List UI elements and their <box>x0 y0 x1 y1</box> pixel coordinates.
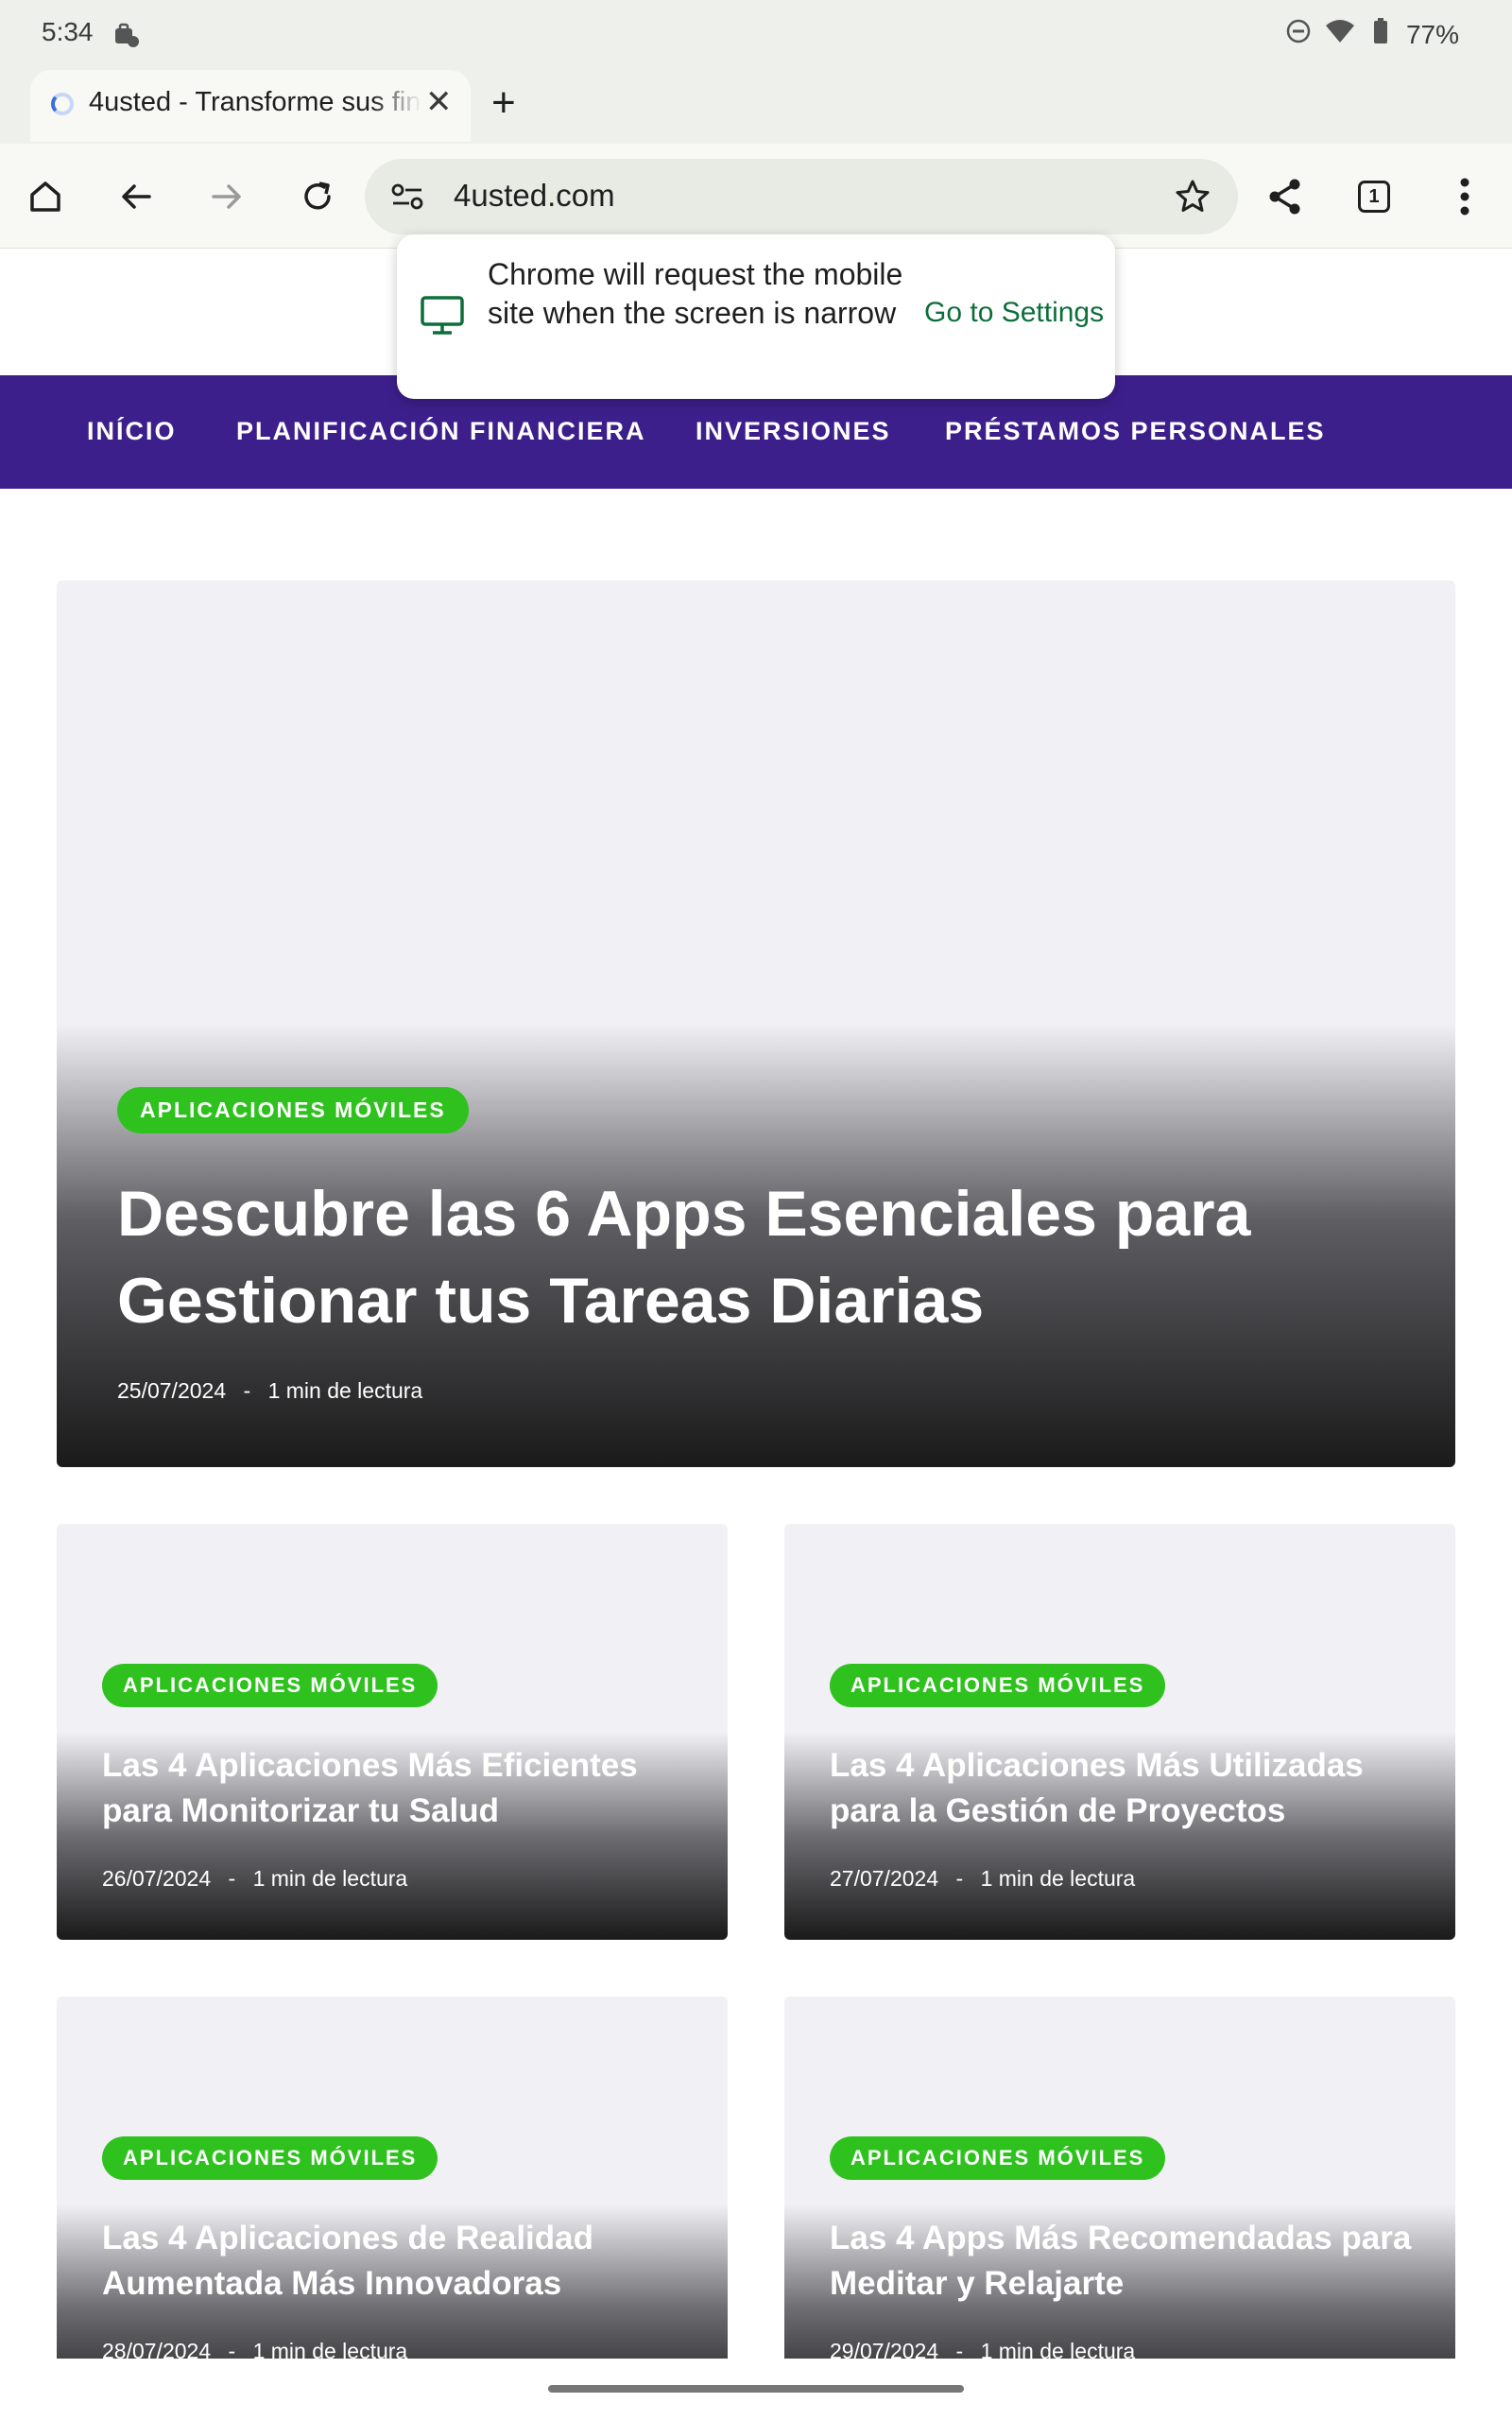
tab-switcher-button[interactable]: 1 <box>1346 168 1402 225</box>
tab-title: 4usted - Transforme sus finanzas <box>89 87 421 117</box>
article-date: 25/07/2024 <box>117 1378 227 1403</box>
meta-separator: - <box>243 1378 251 1403</box>
tab-count: 1 <box>1358 181 1390 213</box>
tab-close-icon[interactable]: ✕ <box>425 83 453 121</box>
read-time: 1 min de lectura <box>980 1866 1136 1891</box>
nav-item-inicio[interactable]: INÍCIO <box>87 417 177 446</box>
bookmark-star-icon[interactable] <box>1174 178 1211 220</box>
share-icon[interactable] <box>1257 168 1314 225</box>
meta-separator: - <box>228 1866 236 1891</box>
category-badge[interactable]: APLICACIONES MÓVILES <box>102 2136 438 2180</box>
new-tab-button[interactable]: + <box>491 79 516 127</box>
article-card[interactable]: APLICACIONES MÓVILES Las 4 Aplicaciones … <box>57 1996 728 2412</box>
status-icons: 77% <box>1285 17 1459 52</box>
battery-percent: 77% <box>1405 19 1459 49</box>
category-badge[interactable]: APLICACIONES MÓVILES <box>117 1087 469 1133</box>
url-text: 4usted.com <box>454 178 615 213</box>
go-to-settings-link[interactable]: Go to Settings <box>924 297 1104 329</box>
home-icon[interactable] <box>17 168 74 225</box>
meta-separator: - <box>955 1866 964 1891</box>
article-meta: 25/07/2024 - 1 min de lectura <box>117 1378 422 1404</box>
forward-arrow-icon[interactable] <box>198 168 255 225</box>
loading-spinner-icon <box>51 93 74 115</box>
desktop-monitor-icon <box>420 295 465 341</box>
nav-item-planificacion[interactable]: PLANIFICACIÓN FINANCIERA <box>236 417 646 446</box>
more-options-icon[interactable] <box>1436 168 1493 225</box>
category-badge[interactable]: APLICACIONES MÓVILES <box>830 1664 1166 1707</box>
read-time: 1 min de lectura <box>252 1866 408 1891</box>
read-time: 1 min de lectura <box>267 1378 423 1403</box>
browser-tab[interactable]: 4usted - Transforme sus finanzas ✕ <box>30 70 471 142</box>
hero-title[interactable]: Descubre las 6 Apps Esenciales para Gest… <box>117 1170 1346 1344</box>
article-meta: 27/07/2024 - 1 min de lectura <box>830 1866 1135 1892</box>
article-title[interactable]: Las 4 Aplicaciones Más Eficientes para M… <box>102 1743 688 1834</box>
article-date: 26/07/2024 <box>102 1866 212 1891</box>
reload-icon[interactable] <box>289 168 346 225</box>
article-meta: 26/07/2024 - 1 min de lectura <box>102 1866 407 1892</box>
nav-item-inversiones[interactable]: INVERSIONES <box>696 417 891 446</box>
article-title[interactable]: Las 4 Aplicaciones Más Utilizadas para l… <box>830 1743 1416 1834</box>
work-profile-icon <box>112 21 140 54</box>
mobile-site-popup: Chrome will request the mobile site when… <box>397 234 1115 399</box>
address-bar[interactable]: 4usted.com <box>365 159 1238 234</box>
article-date: 27/07/2024 <box>830 1866 939 1891</box>
article-card[interactable]: APLICACIONES MÓVILES Las 4 Aplicaciones … <box>57 1524 728 1940</box>
nav-item-prestamos[interactable]: PRÉSTAMOS PERSONALES <box>945 417 1326 446</box>
site-settings-icon[interactable] <box>389 180 427 218</box>
article-title[interactable]: Las 4 Aplicaciones de Realidad Aumentada… <box>102 2216 688 2307</box>
hero-article-card[interactable]: APLICACIONES MÓVILES Descubre las 6 Apps… <box>57 580 1455 1467</box>
battery-icon <box>1368 17 1393 52</box>
article-card[interactable]: APLICACIONES MÓVILES Las 4 Apps Más Reco… <box>784 1996 1455 2412</box>
status-time: 5:34 <box>42 17 94 46</box>
category-badge[interactable]: APLICACIONES MÓVILES <box>830 2136 1166 2180</box>
popup-message: Chrome will request the mobile site when… <box>488 257 903 330</box>
home-gesture-bar[interactable] <box>548 2385 964 2393</box>
category-badge[interactable]: APLICACIONES MÓVILES <box>102 1664 438 1707</box>
article-title[interactable]: Las 4 Apps Más Recomendadas para Meditar… <box>830 2216 1416 2307</box>
wifi-icon <box>1325 18 1355 51</box>
dnd-icon <box>1285 18 1312 51</box>
article-card[interactable]: APLICACIONES MÓVILES Las 4 Aplicaciones … <box>784 1524 1455 1940</box>
back-arrow-icon[interactable] <box>108 168 164 225</box>
